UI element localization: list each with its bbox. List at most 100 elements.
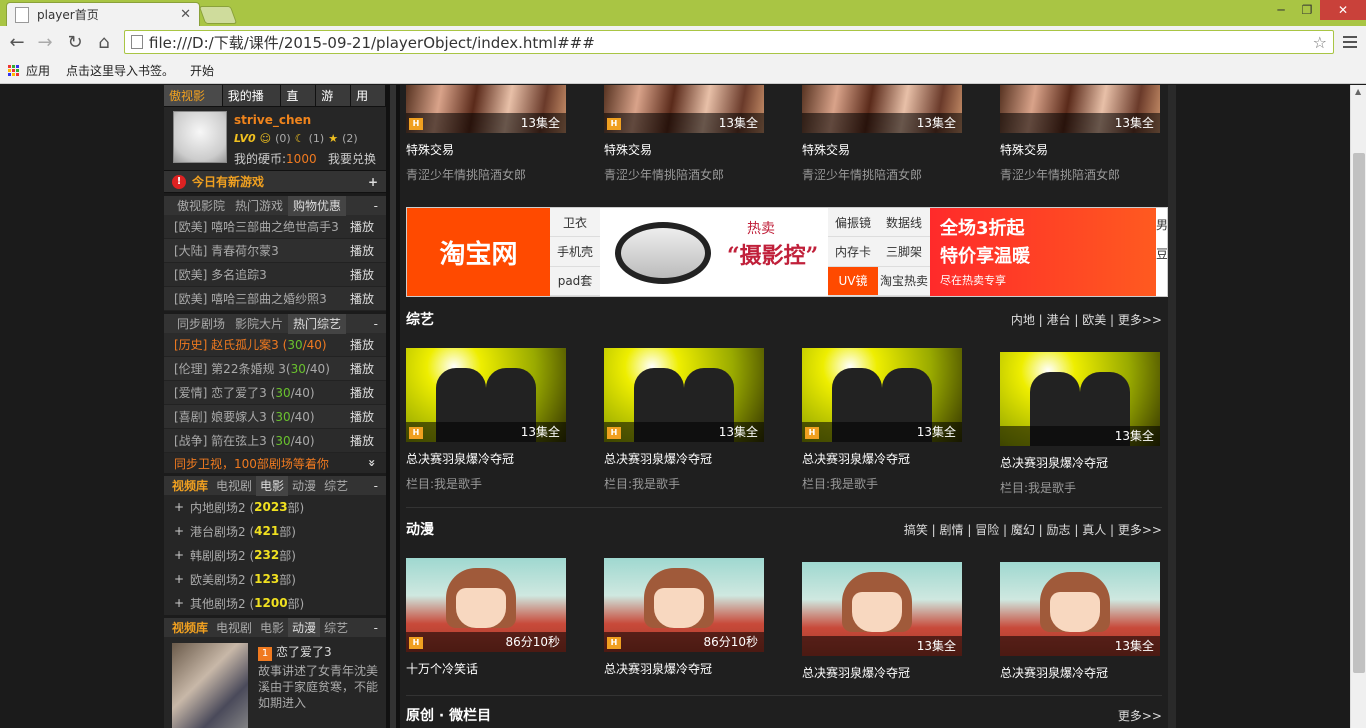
list-item[interactable]: [历史] 赵氏孤儿案3 (30/40) 播放 [164, 333, 386, 357]
new-games-bar[interactable]: ! 今日有新游戏 + [164, 171, 386, 193]
video-card[interactable]: 13集全 特殊交易 青涩少年情挑陪酒女郎 [1000, 85, 1160, 183]
item-title[interactable]: [历史] 赵氏孤儿案3 (30/40) [174, 336, 350, 353]
tab-tv[interactable]: 电视剧 [212, 476, 256, 496]
tab-movie[interactable]: 电影 [256, 618, 288, 638]
tab-games[interactable]: 游戏 [316, 85, 352, 125]
banner-link[interactable]: 数据线 [878, 208, 930, 238]
banner-link[interactable]: 偏振镜 [828, 208, 878, 238]
minimize-icon[interactable]: ─ [1268, 0, 1294, 20]
list-item[interactable]: [欧美] 嘻哈三部曲之婚纱照3 播放 [164, 287, 386, 311]
banner-link[interactable]: 淘宝热卖 [878, 266, 930, 296]
banner-link[interactable]: 手机壳 [550, 237, 600, 267]
video-card[interactable]: H 13集全 特殊交易 青涩少年情挑陪酒女郎 [604, 85, 764, 183]
back-arrow-icon[interactable]: ← [6, 31, 28, 53]
video-card[interactable]: H 13集全 特殊交易 青涩少年情挑陪酒女郎 [406, 85, 566, 183]
video-card[interactable]: H 13集全 总决赛羽泉爆冷夺冠 栏目:我是歌手 [406, 348, 566, 492]
tab-variety[interactable]: 综艺 [320, 476, 352, 496]
feature-poster[interactable] [172, 643, 248, 728]
forward-arrow-icon[interactable]: → [34, 31, 56, 53]
close-icon[interactable]: ✕ [180, 7, 191, 22]
tab-live[interactable]: 直播 [281, 85, 317, 125]
list-item[interactable]: [欧美] 嘻哈三部曲之绝世高手3 播放 [164, 215, 386, 239]
browser-tab[interactable]: player首页 ✕ [6, 2, 200, 26]
list-item[interactable]: + 港台剧场2 (421 部) [174, 519, 386, 543]
scrollbar-thumb[interactable] [1353, 153, 1365, 673]
video-title[interactable]: 总决赛羽泉爆冷夺冠 [1000, 454, 1160, 471]
bookmark-start[interactable]: 开始 [190, 62, 214, 79]
video-thumbnail[interactable]: H 13集全 [406, 348, 566, 442]
double-chevron-down-icon[interactable]: » [365, 459, 379, 467]
sale-promo[interactable]: 全场3折起 特价享温暖 尽在热卖专享 [930, 208, 1156, 296]
video-thumbnail[interactable]: H 13集全 [406, 85, 566, 133]
tab-aoshi[interactable]: 傲视影音 [164, 85, 223, 125]
expand-icon[interactable]: + [368, 175, 378, 189]
tab-anime[interactable]: 动漫 [288, 617, 321, 638]
video-subtitle[interactable]: 青涩少年情挑陪酒女郎 [802, 166, 962, 183]
tab-movie[interactable]: 电影 [256, 475, 289, 496]
tab-shopping[interactable]: 购物优惠 [288, 195, 347, 216]
list-item[interactable]: [伦理] 第22条婚规 3(30/40) 播放 [164, 357, 386, 381]
play-button[interactable]: 播放 [350, 384, 386, 401]
video-title[interactable]: 十万个冷笑话 [406, 660, 566, 677]
play-button[interactable]: 播放 [350, 218, 386, 235]
camera-lens-image[interactable] [615, 222, 711, 284]
tab-variety[interactable]: 综艺 [320, 618, 352, 638]
item-title[interactable]: [欧美] 多名追踪3 [174, 266, 350, 283]
item-title[interactable]: [伦理] 第22条婚规 3(30/40) [174, 360, 350, 377]
banner-link[interactable]: 卫衣 [550, 208, 600, 238]
avatar[interactable] [173, 111, 227, 163]
list-item[interactable]: [战争] 箭在弦上3 (30/40) 播放 [164, 429, 386, 453]
feature-title[interactable]: 1 恋了爱了3 [258, 643, 332, 661]
video-thumbnail[interactable]: H 13集全 [604, 85, 764, 133]
video-thumbnail[interactable]: H 13集全 [802, 348, 962, 442]
menu-icon[interactable] [1340, 32, 1360, 52]
window-close-icon[interactable]: ✕ [1320, 0, 1366, 20]
feature-title-text[interactable]: 恋了爱了3 [276, 645, 332, 659]
promo-text[interactable]: 同步卫视，100部剧场等着你 [174, 455, 329, 472]
item-title[interactable]: [喜剧] 娘要嫁人3 (30/40) [174, 408, 350, 425]
bookmark-star-icon[interactable]: ☆ [1313, 33, 1333, 52]
reload-icon[interactable]: ↻ [64, 31, 86, 53]
tab-anime[interactable]: 动漫 [288, 476, 320, 496]
tab-video-library[interactable]: 视频库 [168, 476, 212, 496]
banner-link[interactable]: pad套 [550, 266, 600, 296]
video-title[interactable]: 总决赛羽泉爆冷夺冠 [604, 660, 764, 677]
list-item[interactable]: [爱情] 恋了爱了3 (30/40) 播放 [164, 381, 386, 405]
item-title[interactable]: [战争] 箭在弦上3 (30/40) [174, 432, 350, 449]
taobao-logo[interactable]: 淘宝网 [407, 208, 550, 296]
video-title[interactable]: 总决赛羽泉爆冷夺冠 [1000, 664, 1160, 681]
tab-tv[interactable]: 电视剧 [212, 618, 256, 638]
feature-item[interactable]: 1 恋了爱了3 故事讲述了女青年沈美溪由于家庭贫寒，不能如期进入 [164, 637, 386, 728]
video-card[interactable]: H 13集全 总决赛羽泉爆冷夺冠 栏目:我是歌手 [604, 348, 764, 492]
item-title[interactable]: [爱情] 恋了爱了3 (30/40) [174, 384, 350, 401]
video-title[interactable]: 特殊交易 [802, 141, 962, 158]
video-subtitle[interactable]: 栏目:我是歌手 [604, 475, 764, 492]
video-card[interactable]: 13集全 总决赛羽泉爆冷夺冠 [1000, 562, 1160, 681]
tab-aoshi-cinema[interactable]: 傲视影院 [172, 196, 230, 216]
play-button[interactable]: 播放 [350, 336, 386, 353]
video-card[interactable]: 13集全 总决赛羽泉爆冷夺冠 [802, 562, 962, 681]
home-icon[interactable]: ⌂ [93, 31, 115, 53]
list-item[interactable]: + 韩剧剧场2 (232 部) [174, 543, 386, 567]
page-scrollbar[interactable]: ▲ [1350, 85, 1366, 728]
list-item[interactable]: [欧美] 多名追踪3 播放 [164, 263, 386, 287]
address-bar[interactable]: file:///D:/下载/课件/2015-09-21/playerObject… [124, 30, 1334, 54]
play-button[interactable]: 播放 [350, 408, 386, 425]
tab-hot-variety[interactable]: 热门综艺 [288, 313, 347, 334]
video-title[interactable]: 总决赛羽泉爆冷夺冠 [406, 450, 566, 467]
list-item[interactable]: [大陆] 青春荷尔蒙3 播放 [164, 239, 386, 263]
play-button[interactable]: 播放 [350, 432, 386, 449]
promo-link[interactable]: 同步卫视，100部剧场等着你 » [164, 453, 386, 473]
video-thumbnail[interactable]: H 86分10秒 [604, 558, 764, 652]
video-subtitle[interactable]: 青涩少年情挑陪酒女郎 [406, 166, 566, 183]
collapse-icon[interactable]: - [374, 199, 378, 213]
play-button[interactable]: 播放 [350, 242, 386, 259]
item-title[interactable]: [大陆] 青春荷尔蒙3 [174, 242, 350, 259]
video-card[interactable]: 13集全 特殊交易 青涩少年情挑陪酒女郎 [802, 85, 962, 183]
play-button[interactable]: 播放 [350, 290, 386, 307]
bookmark-apps[interactable]: 应用 [26, 62, 50, 79]
scroll-up-icon[interactable]: ▲ [1355, 87, 1361, 96]
banner-link[interactable]: 内存卡 [828, 237, 878, 267]
video-subtitle[interactable]: 青涩少年情挑陪酒女郎 [604, 166, 764, 183]
video-thumbnail[interactable]: H 13集全 [604, 348, 764, 442]
